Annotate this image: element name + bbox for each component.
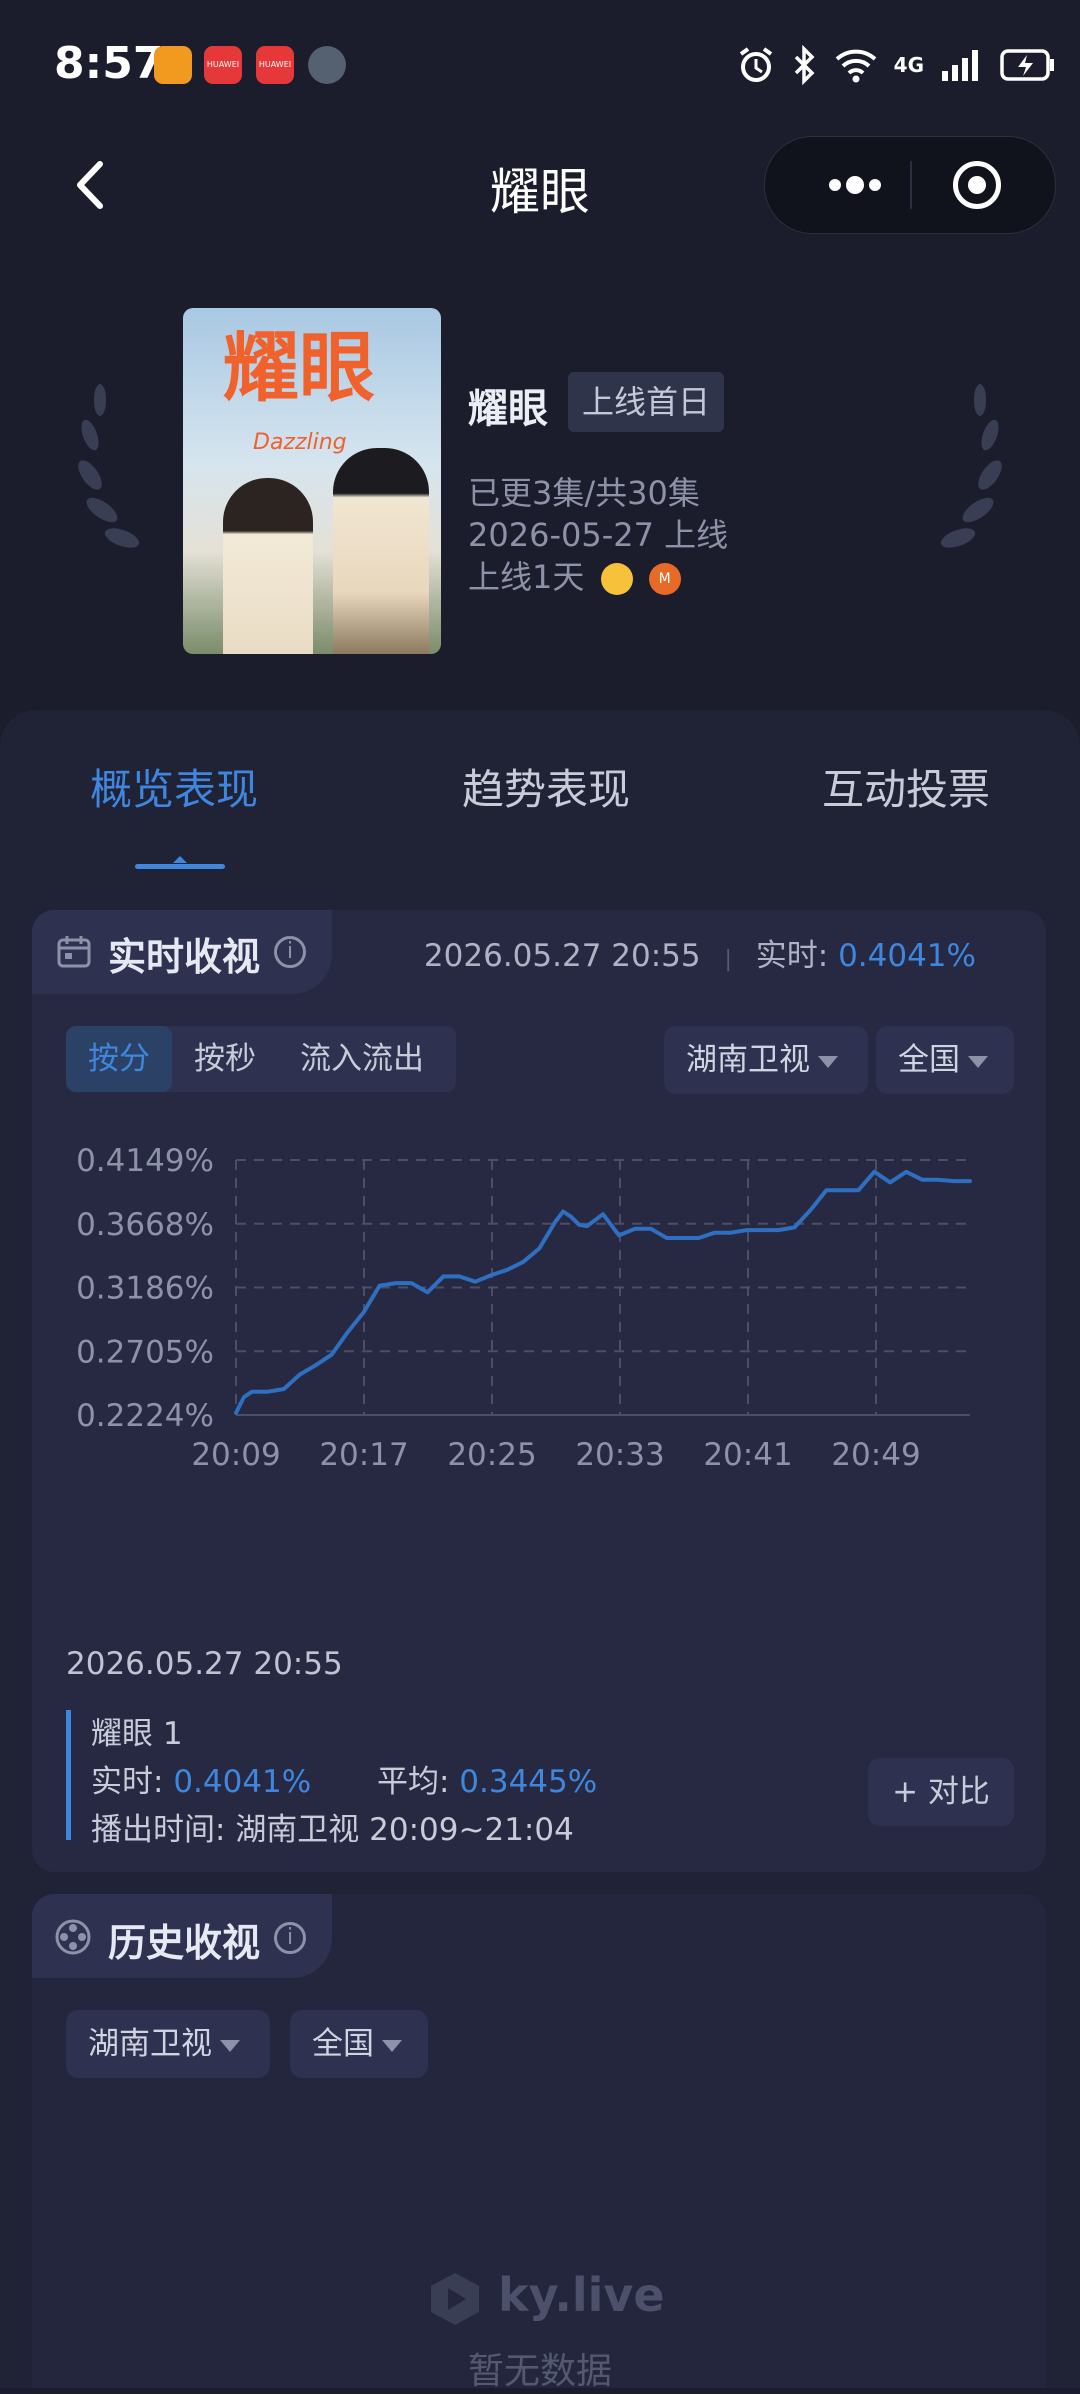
empty-state: 暂无数据 [467, 2351, 612, 2392]
days-online: 上线1天 [468, 558, 585, 596]
signal-icon [942, 50, 978, 81]
show-poster[interactable]: 耀眼 Dazzling [183, 308, 441, 654]
info-icon[interactable]: i [274, 936, 306, 968]
battery-charging-icon [1000, 49, 1054, 81]
legend-air-value: 湖南卫视 20:09~21:04 [235, 1812, 574, 1848]
region-value: 全国 [898, 1042, 960, 1078]
live-value: 0.4041% [838, 938, 976, 974]
status-icons: 4G [736, 40, 1056, 90]
status-time: 8:57 [54, 38, 164, 89]
brand-logo-text: ky.live [498, 2268, 665, 2322]
chevron-down-icon [220, 2039, 240, 2052]
laurel-left-icon [78, 384, 140, 548]
mode-flow[interactable]: 流入流出 [278, 1026, 446, 1092]
legend-date: 2026.05.27 20:55 [66, 1646, 343, 1682]
tab-overview[interactable]: 概览表现 [90, 756, 258, 817]
film-reel-icon [55, 1919, 91, 1955]
poster-title-art: 耀眼 [223, 323, 375, 412]
realtime-title: 实时收视 [108, 935, 261, 979]
x-tick-label: 20:33 [575, 1437, 664, 1473]
huawei-app-icon-2: HUAWEI [256, 46, 294, 84]
y-tick-label: 0.4149% [76, 1143, 214, 1179]
legend-series-name: 耀眼 1 [91, 1716, 183, 1752]
poster-figure-left [223, 478, 313, 654]
days-online-row: 上线1天 M [468, 552, 681, 598]
miniprogram-capsule [764, 136, 1056, 234]
channel-value: 湖南卫视 [686, 1042, 810, 1078]
chevron-down-icon [382, 2039, 402, 2052]
x-tick-label: 20:49 [831, 1437, 920, 1473]
legend-avg-label: 平均: [376, 1764, 450, 1800]
series-line [234, 1169, 972, 1415]
live-label: 实时: [755, 938, 829, 974]
legend-avg-value: 0.3445% [459, 1764, 598, 1800]
channel-dropdown[interactable]: 湖南卫视 [664, 1026, 868, 1094]
ky-live-logo-icon [431, 2273, 479, 2325]
huawei-app-icon: HUAWEI [204, 46, 242, 84]
mode-second[interactable]: 按秒 [172, 1026, 278, 1092]
more-icon[interactable] [805, 167, 905, 203]
episode-count: 已更3集/共30集 [468, 474, 700, 512]
avatar-app-icon [308, 46, 346, 84]
y-tick-label: 0.2224% [76, 1398, 214, 1434]
info-icon[interactable]: i [274, 1922, 306, 1954]
history-channel-dropdown[interactable]: 湖南卫视 [66, 2010, 270, 2078]
x-tick-label: 20:17 [319, 1437, 408, 1473]
tab-indicator [135, 856, 225, 869]
legend-air: 播出时间: 湖南卫视 20:09~21:04 [91, 1806, 651, 1854]
taobao-app-icon [154, 46, 192, 84]
meta-separator: | [724, 947, 732, 972]
laurel-right-icon [940, 384, 1002, 548]
chevron-down-icon [968, 1055, 988, 1068]
region-dropdown[interactable]: 全国 [876, 1026, 1014, 1094]
legend-live-label: 实时: [91, 1764, 164, 1800]
poster-subtitle-art: Dazzling [253, 430, 347, 455]
chevron-down-icon [818, 1055, 838, 1068]
history-region-value: 全国 [312, 2026, 374, 2062]
y-tick-label: 0.3668% [76, 1207, 214, 1243]
capsule-divider [910, 161, 912, 209]
y-tick-label: 0.2705% [76, 1334, 214, 1370]
alarm-icon [739, 47, 772, 82]
mango-tv-icon [600, 563, 633, 595]
tab-trend[interactable]: 趋势表现 [462, 756, 630, 817]
realtime-chart[interactable]: 0.4149% 0.3668% 0.3186% 0.2705% 0.2224%20:09… [40, 1120, 1040, 1620]
tab-vote[interactable]: 互动投票 [822, 756, 990, 817]
close-miniprogram-icon[interactable] [953, 161, 1001, 209]
x-tick-label: 20:25 [447, 1437, 536, 1473]
network-type: 4G [893, 53, 924, 77]
y-tick-label: 0.3186% [76, 1271, 214, 1307]
calendar-icon [57, 936, 91, 968]
legend-values: 实时: 0.4041% 平均: 0.3445% [91, 1758, 651, 1806]
x-tick-label: 20:41 [703, 1437, 792, 1473]
mode-minute[interactable]: 按分 [66, 1026, 172, 1092]
x-tick-label: 20:09 [191, 1437, 280, 1473]
poster-figure-right [333, 448, 429, 654]
history-title: 历史收视 [108, 1921, 261, 1965]
mgtv-icon: M [648, 563, 681, 595]
bluetooth-icon [794, 45, 815, 85]
realtime-timestamp: 2026.05.27 20:55 [423, 938, 701, 974]
air-date: 2026-05-27 上线 [468, 516, 729, 554]
history-channel-value: 湖南卫视 [88, 2026, 212, 2062]
mode-segment: 按分 按秒 流入流出 [66, 1026, 456, 1092]
legend-air-label: 播出时间: [91, 1812, 226, 1848]
wifi-icon [835, 49, 877, 83]
legend-box: 耀眼 1 实时: 0.4041% 平均: 0.3445% 播出时间: 湖南卫视 … [66, 1710, 651, 1848]
realtime-meta: 2026.05.27 20:55 | 实时: 0.4041% [424, 930, 976, 975]
status-badge: 上线首日 [568, 372, 725, 432]
show-title: 耀眼 [468, 386, 548, 432]
legend-live-value: 0.4041% [173, 1764, 312, 1800]
history-region-dropdown[interactable]: 全国 [290, 2010, 428, 2078]
compare-button[interactable]: + 对比 [868, 1758, 1014, 1826]
